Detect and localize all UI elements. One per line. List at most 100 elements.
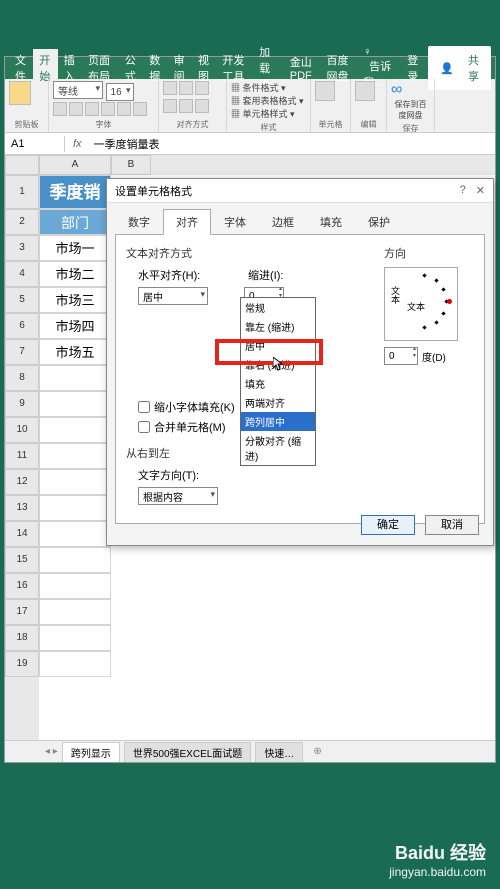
close-icon[interactable]: ✕ [476,184,485,197]
select-all-corner[interactable] [5,155,39,175]
orient-handle[interactable] [447,299,452,304]
cell[interactable]: 市场一 [39,235,111,261]
cell[interactable] [39,547,111,573]
sheet-tab-3[interactable]: 快速… [255,742,303,762]
row-head[interactable]: 6 [5,313,39,339]
row-head[interactable]: 2 [5,209,39,235]
baidu-save-icon[interactable]: ∞ [391,81,402,99]
font-size[interactable]: 16 [106,83,134,101]
cell[interactable] [39,365,111,391]
row-head[interactable]: 8 [5,365,39,391]
help-icon[interactable]: ? [460,184,466,197]
degree-spinner[interactable]: 0 [384,347,418,365]
row-head[interactable]: 10 [5,417,39,443]
cell-style[interactable]: ▦ 单元格样式 ▾ [231,109,295,119]
cell[interactable] [39,599,111,625]
chk-merge[interactable] [138,421,150,433]
align-left-icon[interactable] [163,99,177,113]
dropdown-option[interactable]: 靠右 (缩进) [241,355,315,374]
textdir-combo[interactable]: 根据内容 [138,487,218,505]
align-center-icon[interactable] [179,99,193,113]
dropdown-option[interactable]: 填充 [241,374,315,393]
align-right-icon[interactable] [195,99,209,113]
cancel-button[interactable]: 取消 [425,515,479,535]
sheet-tabs: ◂ ▸ 跨列显示 世界500强EXCEL面试题 快速… ⊕ [5,740,495,762]
cell[interactable] [39,469,111,495]
tab-protect[interactable]: 保护 [355,209,403,235]
bold-icon[interactable] [53,102,67,116]
fx-icon[interactable]: fx [65,138,90,150]
cell[interactable] [39,521,111,547]
cells-icon[interactable] [315,81,335,101]
formula-value[interactable]: 一季度销量表 [90,134,164,154]
col-b[interactable]: B [111,155,151,175]
cell[interactable] [39,443,111,469]
cell[interactable] [39,573,111,599]
tab-alignment[interactable]: 对齐 [163,209,211,235]
font-color-icon[interactable] [133,102,147,116]
align-mid-icon[interactable] [179,81,193,95]
row-head[interactable]: 4 [5,261,39,287]
chk-shrink[interactable] [138,401,150,413]
tab-number[interactable]: 数字 [115,209,163,235]
tab-font[interactable]: 字体 [211,209,259,235]
watermark-logo: Baidu 经验 [389,839,486,865]
halign-combo[interactable]: 居中 [138,287,208,305]
row-head[interactable]: 7 [5,339,39,365]
ribbon: 剪贴板 等线 16 字体 对齐方式 ▦ 条件格式 ▾ ▦ 套用表格格式 ▾ ▦ … [5,79,495,133]
ok-button[interactable]: 确定 [361,515,415,535]
row-head[interactable]: 5 [5,287,39,313]
row-head[interactable]: 18 [5,625,39,651]
italic-icon[interactable] [69,102,83,116]
align-bot-icon[interactable] [195,81,209,95]
row-head[interactable]: 13 [5,495,39,521]
cell[interactable]: 市场三 [39,287,111,313]
row-head[interactable]: 15 [5,547,39,573]
sheet-tab-1[interactable]: 跨列显示 [62,742,120,762]
row-head[interactable]: 11 [5,443,39,469]
cell[interactable]: 季度销 [39,175,111,209]
cell[interactable]: 市场二 [39,261,111,287]
cond-format[interactable]: ▦ 条件格式 ▾ [231,83,286,93]
font-name[interactable]: 等线 [53,81,103,99]
name-box[interactable]: A1 [5,136,65,152]
table-format[interactable]: ▦ 套用表格格式 ▾ [231,96,304,106]
tab-fill[interactable]: 填充 [307,209,355,235]
share-button[interactable]: 👤共享 [428,46,491,90]
formula-bar: A1 fx 一季度销量表 [5,133,495,155]
paste-icon[interactable] [9,81,31,105]
save-baidu[interactable]: 保存到百度网盘 [391,99,430,121]
underline-icon[interactable] [85,102,99,116]
row-head[interactable]: 19 [5,651,39,677]
row-head[interactable]: 12 [5,469,39,495]
cell[interactable] [39,391,111,417]
dropdown-option[interactable]: 跨列居中 [241,412,315,431]
dropdown-option[interactable]: 分散对齐 (缩进) [241,431,315,465]
row-head[interactable]: 1 [5,175,39,209]
row-head[interactable]: 9 [5,391,39,417]
align-top-icon[interactable] [163,81,177,95]
dropdown-option[interactable]: 常规 [241,298,315,317]
dropdown-option[interactable]: 靠左 (缩进) [241,317,315,336]
cell[interactable] [39,651,111,677]
dropdown-option[interactable]: 两端对齐 [241,393,315,412]
edit-icon[interactable] [355,81,375,101]
row-head[interactable]: 3 [5,235,39,261]
border-icon[interactable] [101,102,115,116]
row-head[interactable]: 17 [5,599,39,625]
dropdown-option[interactable]: 居中 [241,336,315,355]
cell[interactable] [39,625,111,651]
fill-color-icon[interactable] [117,102,131,116]
tab-border[interactable]: 边框 [259,209,307,235]
row-head[interactable]: 14 [5,521,39,547]
cell[interactable] [39,417,111,443]
cell[interactable]: 市场四 [39,313,111,339]
cell[interactable]: 部门 [39,209,111,235]
sheet-tab-2[interactable]: 世界500强EXCEL面试题 [124,742,251,762]
orientation-dial[interactable]: 文本 文本 [384,267,458,341]
cell[interactable] [39,495,111,521]
row-head[interactable]: 16 [5,573,39,599]
new-sheet-icon[interactable]: ⊕ [307,746,327,757]
cell[interactable]: 市场五 [39,339,111,365]
col-a[interactable]: A [39,155,111,175]
